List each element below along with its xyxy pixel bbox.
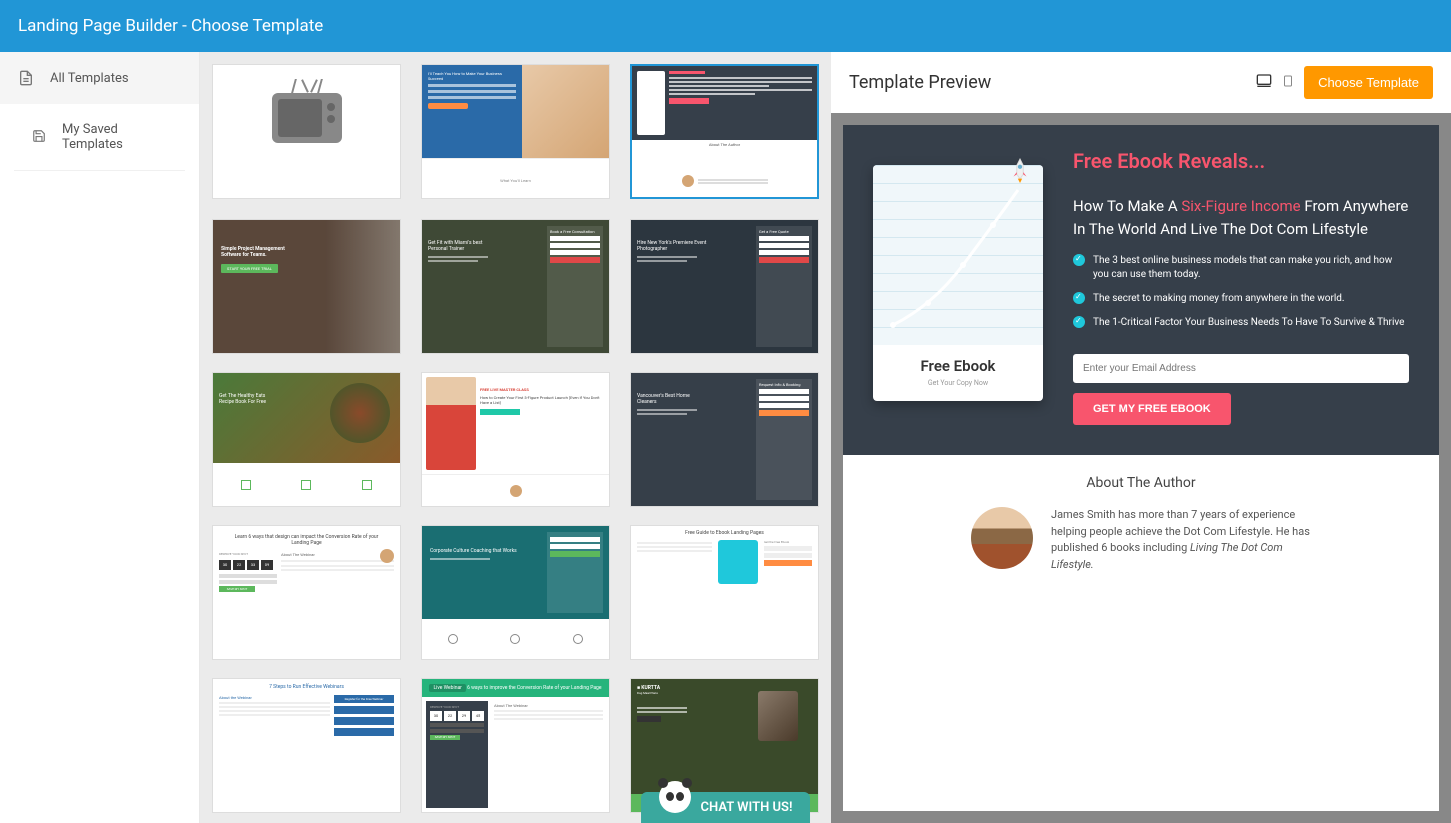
template-card[interactable]: FREE LIVE MASTER CLASSHow to Create Your… [421,372,610,507]
ebook-bullets: The 3 best online business models that c… [1073,254,1409,330]
preview-title: Template Preview [849,72,991,93]
chat-label: CHAT WITH US! [701,800,793,815]
preview-hero: Free Ebook Get Your Copy Now Free Ebook … [843,125,1439,455]
template-card[interactable]: Hire New York's Premiere Event Photograp… [630,219,819,354]
template-card[interactable]: Live Webinar 6 ways to improve the Conve… [421,678,610,813]
template-card[interactable]: Simple Project Management Software for T… [212,219,401,354]
ebook-cover-title: Free Ebook [881,357,1035,375]
template-card[interactable]: Corporate Culture Coaching that Works [421,525,610,660]
ebook-cover: Free Ebook Get Your Copy Now [873,165,1043,401]
ebook-heading: How To Make A Six-Figure Income From Any… [1073,195,1409,240]
sidebar-item-label: All Templates [50,71,129,86]
template-card[interactable]: About The Author [630,64,819,199]
bullet-text: The 1-Critical Factor Your Business Need… [1093,316,1404,330]
ebook-copy: Free Ebook Reveals... How To Make A Six-… [1073,149,1409,425]
template-card[interactable]: Get Fit with Miami's best Personal Train… [421,219,610,354]
preview-body: Free Ebook Get Your Copy Now Free Ebook … [831,113,1451,823]
preview-iframe[interactable]: Free Ebook Get Your Copy Now Free Ebook … [843,125,1439,811]
author-section: About The Author James Smith has more th… [843,455,1439,593]
choose-template-button[interactable]: Choose Template [1304,66,1433,99]
bullet-text: The 3 best online business models that c… [1093,254,1409,282]
check-icon [1073,316,1085,328]
sidebar-item-label: My Saved Templates [62,122,167,152]
ebook-reveals-label: Free Ebook Reveals... [1073,149,1409,173]
author-bio: James Smith has more than 7 years of exp… [1051,507,1311,573]
ebook-chart [873,165,1043,345]
check-icon [1073,254,1085,266]
template-gallery[interactable]: I'll Teach You How to Make Your Business… [200,52,831,823]
bullet-item: The 3 best online business models that c… [1073,254,1409,282]
device-toggle [1254,73,1294,93]
preview-controls: Choose Template [1254,66,1433,99]
bullet-text: The secret to making money from anywhere… [1093,292,1345,306]
chat-widget[interactable]: CHAT WITH US! [641,792,811,823]
get-ebook-button[interactable]: GET MY FREE EBOOK [1073,393,1231,425]
sidebar-item-all-templates[interactable]: All Templates [0,52,199,104]
template-card[interactable]: 7 Steps to Run Effective WebinarsAbout t… [212,678,401,813]
ebook-cover-sub: Get Your Copy Now [881,379,1035,387]
desktop-icon[interactable] [1254,73,1274,93]
check-icon [1073,292,1085,304]
template-card[interactable] [212,64,401,199]
template-card[interactable]: Get The Healthy Eats Recipe Book For Fre… [212,372,401,507]
save-icon [32,129,46,145]
main-layout: All Templates My Saved Templates I'll Te… [0,52,1451,823]
author-avatar [971,507,1033,569]
sidebar: All Templates My Saved Templates [0,52,200,823]
mobile-icon[interactable] [1282,73,1294,93]
panda-icon [659,781,691,813]
author-title: About The Author [873,475,1409,491]
template-card[interactable]: Vancouver's Best Home CleanersRequest In… [630,372,819,507]
preview-header: Template Preview Choose Template [831,52,1451,113]
bullet-item: The secret to making money from anywhere… [1073,292,1409,306]
template-card[interactable]: I'll Teach You How to Make Your Business… [421,64,610,199]
ebook-cover-text: Free Ebook Get Your Copy Now [873,345,1043,401]
author-row: James Smith has more than 7 years of exp… [873,507,1409,573]
template-card[interactable]: Learn 6 ways that design can impact the … [212,525,401,660]
app-header: Landing Page Builder - Choose Template [0,0,1451,52]
ebook-cover-area: Free Ebook Get Your Copy Now [873,149,1043,425]
heading-pre: How To Make A [1073,197,1181,215]
page-title: Landing Page Builder - Choose Template [18,16,323,36]
bullet-item: The 1-Critical Factor Your Business Need… [1073,316,1409,330]
template-card[interactable]: Free Guide to Ebook Landing PagesGet the… [630,525,819,660]
heading-highlight: Six-Figure Income [1181,197,1300,215]
preview-panel: Template Preview Choose Template [831,52,1451,823]
rocket-icon [1007,157,1033,183]
email-input[interactable] [1073,354,1409,383]
sidebar-item-saved-templates[interactable]: My Saved Templates [14,104,185,171]
file-icon [18,70,34,86]
